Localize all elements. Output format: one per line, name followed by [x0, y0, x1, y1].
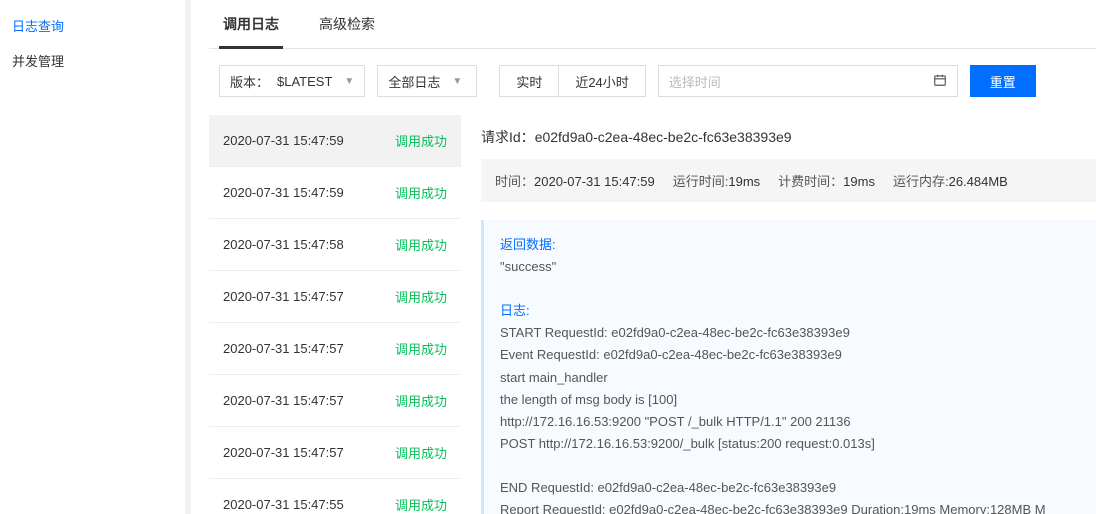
- request-id-line: 请求Id：e02fd9a0-c2ea-48ec-be2c-fc63e38393e…: [481, 127, 1096, 147]
- log-row-status: 调用成功: [395, 391, 447, 410]
- request-id-value: e02fd9a0-c2ea-48ec-be2c-fc63e38393e9: [535, 129, 792, 145]
- log-lines: START RequestId: e02fd9a0-c2ea-48ec-be2c…: [500, 322, 1080, 514]
- log-row-time: 2020-07-31 15:47:57: [223, 341, 344, 356]
- log-row-time: 2020-07-31 15:47:57: [223, 289, 344, 304]
- log-line: http://172.16.16.53:9200 "POST /_bulk HT…: [500, 411, 1080, 433]
- reset-button[interactable]: 重置: [970, 65, 1036, 97]
- sidebar-item-concurrency[interactable]: 并发管理: [0, 43, 185, 78]
- tab-bar: 调用日志 高级检索: [209, 0, 1096, 49]
- log-output[interactable]: 返回数据: "success" 日志: START RequestId: e02…: [481, 220, 1096, 514]
- log-list[interactable]: 2020-07-31 15:47:59调用成功2020-07-31 15:47:…: [209, 115, 461, 514]
- log-line: [500, 455, 1080, 477]
- log-title: 日志:: [500, 300, 1080, 322]
- request-id-label: 请求Id：: [481, 129, 535, 145]
- time-segment-group: 实时 近24小时: [499, 65, 645, 97]
- log-row-time: 2020-07-31 15:47:55: [223, 497, 344, 512]
- log-row-status: 调用成功: [395, 183, 447, 202]
- log-row[interactable]: 2020-07-31 15:47:58 调用成功: [209, 219, 461, 271]
- log-row[interactable]: 2020-07-31 15:47:59 调用成功: [209, 167, 461, 219]
- datetime-picker[interactable]: 选择时间: [658, 65, 958, 97]
- seg-realtime[interactable]: 实时: [499, 65, 559, 97]
- log-row[interactable]: 2020-07-31 15:47:59 调用成功: [209, 115, 461, 167]
- log-row[interactable]: 2020-07-31 15:47:57 调用成功: [209, 271, 461, 323]
- filter-bar: 版本： $LATEST ▼ 全部日志 ▼ 实时 近24小时 选择时间 重置: [209, 49, 1096, 115]
- log-row[interactable]: 2020-07-31 15:47:57 调用成功: [209, 323, 461, 375]
- log-row-status: 调用成功: [395, 287, 447, 306]
- metric-runtime: 运行时间:19ms: [673, 171, 760, 190]
- log-row-time: 2020-07-31 15:47:57: [223, 393, 344, 408]
- metric-billed: 计费时间：19ms: [778, 171, 875, 190]
- sidebar-item-log-query[interactable]: 日志查询: [0, 8, 185, 43]
- return-data-title: 返回数据:: [500, 234, 1080, 256]
- content-area: 2020-07-31 15:47:59调用成功2020-07-31 15:47:…: [209, 115, 1096, 514]
- log-row-status: 调用成功: [395, 339, 447, 358]
- log-row[interactable]: 2020-07-31 15:47:57 调用成功: [209, 375, 461, 427]
- tab-call-log[interactable]: 调用日志: [219, 0, 283, 48]
- version-select-label: 版本：: [230, 72, 269, 91]
- log-row-time: 2020-07-31 15:47:59: [223, 133, 344, 148]
- log-row-status: 调用成功: [395, 235, 447, 254]
- log-line: END RequestId: e02fd9a0-c2ea-48ec-be2c-f…: [500, 477, 1080, 499]
- metric-time: 时间：2020-07-31 15:47:59: [495, 171, 655, 190]
- metric-memory: 运行内存:26.484MB: [893, 171, 1008, 190]
- log-line: START RequestId: e02fd9a0-c2ea-48ec-be2c…: [500, 322, 1080, 344]
- tab-advanced-search[interactable]: 高级检索: [315, 0, 379, 48]
- log-row-status: 调用成功: [395, 495, 447, 514]
- log-line: POST http://172.16.16.53:9200/_bulk [sta…: [500, 433, 1080, 455]
- main-panel: 调用日志 高级检索 版本： $LATEST ▼ 全部日志 ▼ 实时 近24小时 …: [191, 0, 1096, 514]
- metrics-bar: 时间：2020-07-31 15:47:59 运行时间:19ms 计费时间：19…: [481, 159, 1096, 202]
- log-row-time: 2020-07-31 15:47:58: [223, 237, 344, 252]
- return-data-body: "success": [500, 256, 1080, 278]
- sidebar: 日志查询 并发管理: [0, 0, 185, 514]
- version-select[interactable]: 版本： $LATEST ▼: [219, 65, 365, 97]
- log-row[interactable]: 2020-07-31 15:47:57 调用成功: [209, 427, 461, 479]
- log-detail: 请求Id：e02fd9a0-c2ea-48ec-be2c-fc63e38393e…: [461, 115, 1096, 514]
- log-row-status: 调用成功: [395, 131, 447, 150]
- log-line: Report RequestId: e02fd9a0-c2ea-48ec-be2…: [500, 499, 1080, 514]
- chevron-down-icon: ▼: [452, 76, 462, 87]
- calendar-icon: [933, 73, 947, 90]
- version-select-value: $LATEST: [277, 74, 332, 89]
- logtype-select[interactable]: 全部日志 ▼: [377, 65, 477, 97]
- log-row-status: 调用成功: [395, 443, 447, 462]
- datetime-placeholder: 选择时间: [669, 72, 721, 91]
- log-row-time: 2020-07-31 15:47:59: [223, 185, 344, 200]
- log-row-time: 2020-07-31 15:47:57: [223, 445, 344, 460]
- log-line: the length of msg body is [100]: [500, 389, 1080, 411]
- log-row[interactable]: 2020-07-31 15:47:55 调用成功: [209, 479, 461, 514]
- logtype-select-value: 全部日志: [388, 72, 440, 91]
- log-line: Event RequestId: e02fd9a0-c2ea-48ec-be2c…: [500, 344, 1080, 366]
- chevron-down-icon: ▼: [344, 76, 354, 87]
- seg-24h[interactable]: 近24小时: [559, 65, 645, 97]
- log-line: start main_handler: [500, 367, 1080, 389]
